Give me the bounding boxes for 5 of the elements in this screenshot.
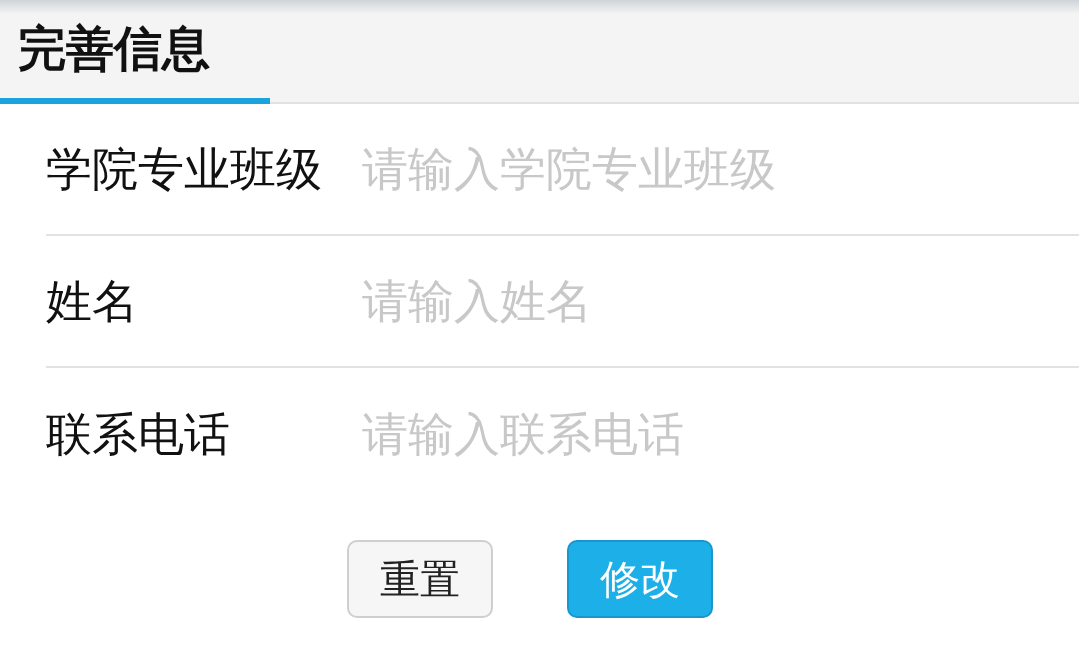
field-label: 联系电话 [46, 405, 231, 463]
reset-button[interactable]: 重置 [346, 540, 493, 618]
page-title: 完善信息 [17, 19, 210, 78]
field-label: 姓名 [46, 272, 139, 330]
field-label: 学院专业班级 [46, 140, 323, 198]
